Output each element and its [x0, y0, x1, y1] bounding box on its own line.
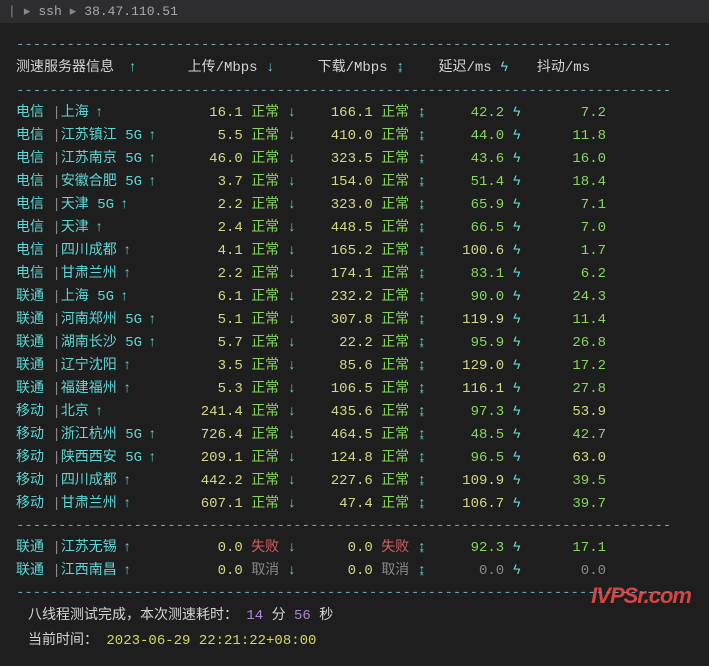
- results-block: 电信 |上海↑ 16.1 正常 ↓ 166.1 正常 ↨ 42.2 ϟ 7.2电…: [16, 102, 693, 516]
- terminal-output: ----------------------------------------…: [0, 23, 709, 666]
- table-row: 移动 |浙江杭州 5G↑ 726.4 正常 ↓ 464.5 正常 ↨ 48.5 …: [16, 424, 693, 447]
- table-row: 移动 |甘肃兰州↑ 607.1 正常 ↓ 47.4 正常 ↨ 106.7 ϟ 3…: [16, 493, 693, 516]
- table-row: 电信 |甘肃兰州↑ 2.2 正常 ↓ 174.1 正常 ↨ 83.1 ϟ 6.2: [16, 263, 693, 286]
- chevron-right-icon: ▸: [70, 4, 77, 19]
- table-row: 移动 |陕西西安 5G↑ 209.1 正常 ↓ 124.8 正常 ↨ 96.5 …: [16, 447, 693, 470]
- table-row: 联通 |江苏无锡↑ 0.0 失败 ↓ 0.0 失败 ↨ 92.3 ϟ 17.1: [16, 537, 693, 560]
- divider-line: ----------------------------------------…: [16, 81, 693, 102]
- table-row: 联通 |湖南长沙 5G↑ 5.7 正常 ↓ 22.2 正常 ↨ 95.9 ϟ 2…: [16, 332, 693, 355]
- table-row: 联通 |辽宁沈阳↑ 3.5 正常 ↓ 85.6 正常 ↨ 129.0 ϟ 17.…: [16, 355, 693, 378]
- header-server: 测速服务器信息 ↑: [16, 58, 166, 79]
- timestamp-value: 2023-06-29 22:21:22+08:00: [106, 633, 316, 649]
- window-titlebar: | ▸ ssh ▸ 38.47.110.51: [0, 0, 709, 23]
- chevron-right-icon: ▸: [24, 4, 31, 19]
- table-row: 电信 |安徽合肥 5G↑ 3.7 正常 ↓ 154.0 正常 ↨ 51.4 ϟ …: [16, 171, 693, 194]
- watermark: IVPSr.com: [591, 583, 691, 609]
- table-row: 联通 |河南郑州 5G↑ 5.1 正常 ↓ 307.8 正常 ↨ 119.9 ϟ…: [16, 309, 693, 332]
- table-row: 电信 |天津 5G↑ 2.2 正常 ↓ 323.0 正常 ↨ 65.9 ϟ 7.…: [16, 194, 693, 217]
- ip-address: 38.47.110.51: [84, 4, 178, 19]
- table-row: 电信 |天津↑ 2.4 正常 ↓ 448.5 正常 ↨ 66.5 ϟ 7.0: [16, 217, 693, 240]
- table-row: 联通 |上海 5G↑ 6.1 正常 ↓ 232.2 正常 ↨ 90.0 ϟ 24…: [16, 286, 693, 309]
- table-row: 电信 |上海↑ 16.1 正常 ↓ 166.1 正常 ↨ 42.2 ϟ 7.2: [16, 102, 693, 125]
- header-download: 下载/Mbps ↨: [296, 58, 426, 79]
- table-row: 电信 |四川成都↑ 4.1 正常 ↓ 165.2 正常 ↨ 100.6 ϟ 1.…: [16, 240, 693, 263]
- table-row: 电信 |江苏镇江 5G↑ 5.5 正常 ↓ 410.0 正常 ↨ 44.0 ϟ …: [16, 125, 693, 148]
- footer-time: 当前时间： 2023-06-29 22:21:22+08:00: [16, 629, 693, 654]
- table-row: 移动 |四川成都↑ 442.2 正常 ↓ 227.6 正常 ↨ 109.9 ϟ …: [16, 470, 693, 493]
- ssh-label: ssh: [38, 4, 61, 19]
- header-jitter: 抖动/ms: [521, 58, 606, 79]
- divider-line: ----------------------------------------…: [16, 516, 693, 537]
- titlebar-divider-icon: |: [8, 4, 16, 19]
- table-row: 电信 |江苏南京 5G↑ 46.0 正常 ↓ 323.5 正常 ↨ 43.6 ϟ…: [16, 148, 693, 171]
- header-latency: 延迟/ms ϟ: [426, 58, 521, 79]
- header-upload: 上传/Mbps ↓: [166, 58, 296, 79]
- table-row: 移动 |北京↑ 241.4 正常 ↓ 435.6 正常 ↨ 97.3 ϟ 53.…: [16, 401, 693, 424]
- failed-results-block: 联通 |江苏无锡↑ 0.0 失败 ↓ 0.0 失败 ↨ 92.3 ϟ 17.1联…: [16, 537, 693, 583]
- table-row: 联通 |福建福州↑ 5.3 正常 ↓ 106.5 正常 ↨ 116.1 ϟ 27…: [16, 378, 693, 401]
- minutes-value: 14: [246, 608, 263, 624]
- table-row: 联通 |江西南昌↑ 0.0 取消 ↓ 0.0 取消 ↨ 0.0 ϟ 0.0: [16, 560, 693, 583]
- table-header: 测速服务器信息 ↑ 上传/Mbps ↓ 下载/Mbps ↨ 延迟/ms ϟ 抖动…: [16, 56, 693, 81]
- divider-line: ----------------------------------------…: [16, 35, 693, 56]
- seconds-value: 56: [294, 608, 311, 624]
